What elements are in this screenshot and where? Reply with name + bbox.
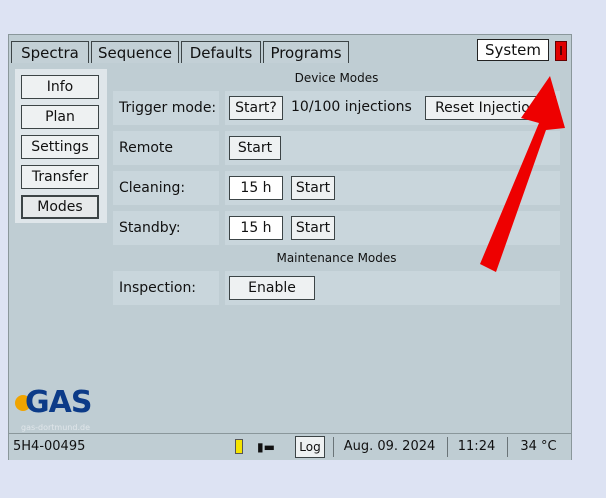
reset-injections-button[interactable]: Reset Injections xyxy=(425,96,556,120)
time-display: 11:24 xyxy=(447,437,505,457)
inspection-panel: Enable xyxy=(225,271,560,305)
standby-label: Standby: xyxy=(113,211,219,245)
tab-programs[interactable]: Programs xyxy=(263,41,349,63)
trigger-mode-label: Trigger mode: xyxy=(113,91,219,125)
cleaning-start-button[interactable]: Start xyxy=(291,176,335,200)
cleaning-label: Cleaning: xyxy=(113,171,219,205)
trigger-mode-panel: Start? 10/100 injections Reset Injection… xyxy=(225,91,560,125)
standby-start-button[interactable]: Start xyxy=(291,216,335,240)
menu-plan[interactable]: Plan xyxy=(21,105,99,129)
menu-settings[interactable]: Settings xyxy=(21,135,99,159)
top-tab-bar: Spectra Sequence Defaults Programs Syste… xyxy=(9,35,571,63)
remote-start-button[interactable]: Start xyxy=(229,136,281,160)
power-plug-icon: ▮▬ xyxy=(257,440,275,454)
maintenance-modes-title: Maintenance Modes xyxy=(276,251,397,265)
logo-url: gas-dortmund.de xyxy=(21,423,90,432)
menu-info[interactable]: Info xyxy=(21,75,99,99)
status-bar: 5H4-00495 ▮▬ Log Aug. 09. 2024 11:24 34 … xyxy=(9,433,571,460)
device-modes-title: Device Modes xyxy=(294,71,379,85)
inspection-enable-button[interactable]: Enable xyxy=(229,276,315,300)
menu-transfer[interactable]: Transfer xyxy=(21,165,99,189)
temperature-display: 34 °C xyxy=(507,437,569,457)
device-id: 5H4-00495 xyxy=(13,439,86,454)
gas-logo: GAS gas-dortmund.de xyxy=(15,385,105,432)
standby-panel: 15 h Start xyxy=(225,211,560,245)
trigger-start-button[interactable]: Start? xyxy=(229,96,283,120)
left-menu: Info Plan Settings Transfer Modes xyxy=(15,69,107,223)
tab-spectra[interactable]: Spectra xyxy=(11,41,89,63)
device-window: Spectra Sequence Defaults Programs Syste… xyxy=(8,34,572,460)
cleaning-hours-field[interactable]: 15 h xyxy=(229,176,283,200)
tab-system[interactable]: System xyxy=(477,39,549,61)
tab-sequence[interactable]: Sequence xyxy=(91,41,179,63)
menu-modes[interactable]: Modes xyxy=(21,195,99,219)
alert-indicator[interactable] xyxy=(555,41,567,61)
battery-icon xyxy=(235,439,243,454)
exclamation-icon xyxy=(560,46,562,55)
remote-mode-panel: Start xyxy=(225,131,560,165)
date-display: Aug. 09. 2024 xyxy=(333,437,445,457)
standby-hours-field[interactable]: 15 h xyxy=(229,216,283,240)
cleaning-panel: 15 h Start xyxy=(225,171,560,205)
logo-text: GAS xyxy=(25,385,92,420)
inspection-label: Inspection: xyxy=(113,271,219,305)
remote-mode-label: Remote mode: xyxy=(113,131,219,190)
log-button[interactable]: Log xyxy=(295,436,325,458)
tab-defaults[interactable]: Defaults xyxy=(181,41,261,63)
injection-count: 10/100 injections xyxy=(291,99,412,115)
